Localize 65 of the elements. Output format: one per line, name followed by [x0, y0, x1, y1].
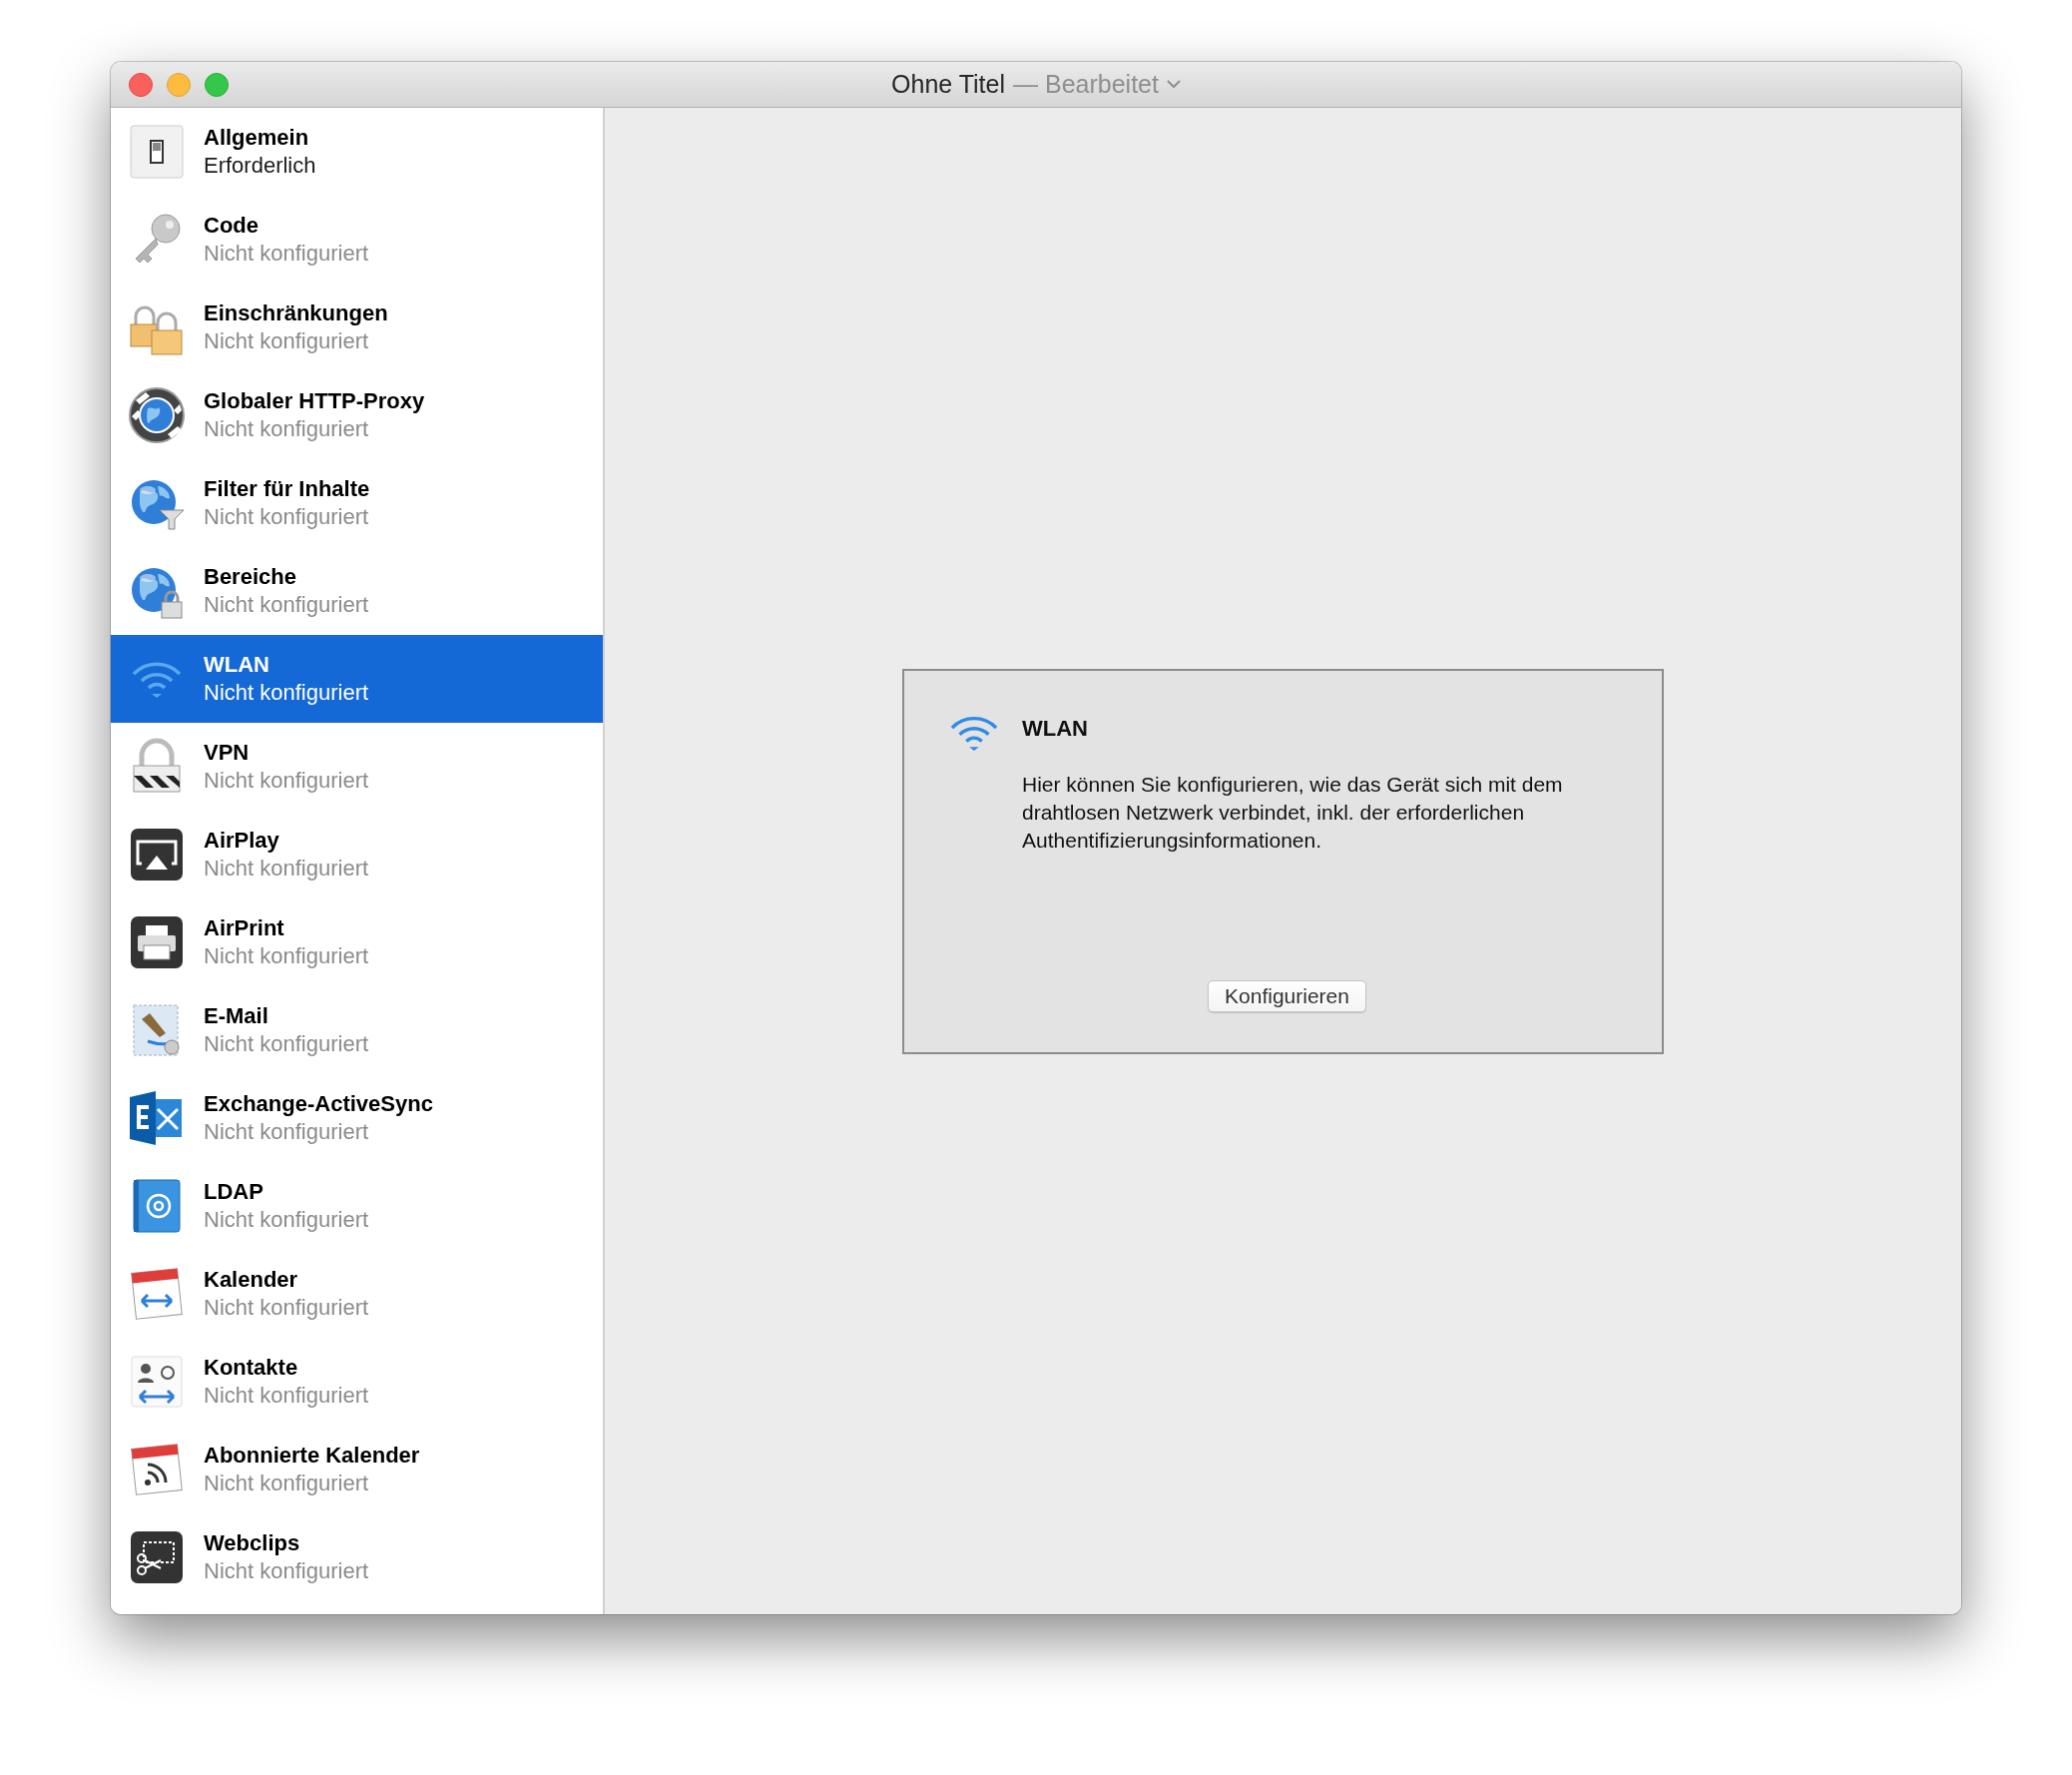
sidebar-item[interactable]: E-Mail Nicht konfiguriert: [111, 986, 603, 1074]
item-status: Nicht konfiguriert: [204, 1031, 369, 1057]
sidebar-item[interactable]: Globaler HTTP-Proxy Nicht konfiguriert: [111, 371, 603, 459]
item-title: E-Mail: [204, 1003, 269, 1029]
scissors-icon: [128, 1528, 186, 1586]
item-title: AirPlay: [204, 828, 280, 854]
sidebar-item[interactable]: Kalender Nicht konfiguriert: [111, 1250, 603, 1338]
item-title: VPN: [204, 740, 251, 766]
sidebar-item[interactable]: Bereiche Nicht konfiguriert: [111, 547, 603, 635]
sidebar-item[interactable]: WLAN Nicht konfiguriert: [111, 635, 603, 723]
item-status: Erforderlich: [204, 153, 316, 179]
item-title: Einschränkungen: [204, 300, 388, 326]
sidebar-item[interactable]: Einschränkungen Nicht konfiguriert: [111, 284, 603, 371]
item-status: Nicht konfiguriert: [204, 1119, 370, 1145]
configure-button[interactable]: Konfigurieren: [1208, 979, 1366, 1012]
switch-icon: [128, 123, 186, 181]
minimize-button[interactable]: [167, 72, 191, 97]
item-status: Nicht konfiguriert: [204, 416, 370, 442]
item-title: Exchange-ActiveSync: [204, 1091, 433, 1117]
item-title: AirPrint: [204, 915, 285, 941]
item-title: Webclips: [204, 1530, 301, 1556]
chevron-icon[interactable]: [1166, 80, 1181, 89]
sidebar-item[interactable]: VPN Nicht konfiguriert: [111, 723, 603, 811]
item-title: Filter für Inhalte: [204, 476, 370, 502]
item-status: Nicht konfiguriert: [204, 592, 369, 618]
item-status: Nicht konfiguriert: [204, 1471, 370, 1496]
panel-title: WLAN: [1022, 715, 1089, 742]
sidebar-item[interactable]: AirPlay Nicht konfiguriert: [111, 811, 603, 898]
sidebar-item[interactable]: Abonnierte Kalender Nicht konfiguriert: [111, 1426, 603, 1513]
item-status: Nicht konfiguriert: [204, 680, 369, 706]
sidebar-item[interactable]: Filter für Inhalte Nicht konfiguriert: [111, 459, 603, 547]
sidebar-item[interactable]: Allgemein Erforderlich: [111, 108, 603, 196]
item-status: Nicht konfiguriert: [204, 1558, 369, 1584]
panel-description: Hier können Sie konfigurieren, wie das Gerät sich mit dem drahtlosen Netzwerk verbindet, inkl. der erforderlichen Authentifizierungsinformationen.: [1022, 771, 1564, 854]
window-title: Ohne Titel: [891, 70, 1005, 99]
item-title: Allgemein: [204, 125, 310, 151]
sidebar-item[interactable]: Exchange-ActiveSync Nicht konfiguriert: [111, 1074, 603, 1162]
item-title: WLAN: [204, 652, 270, 678]
item-status: Nicht konfiguriert: [204, 504, 370, 530]
document-status: — Bearbeitet: [1013, 70, 1159, 99]
item-title: Abonnierte Kalender: [204, 1443, 420, 1469]
sidebar-item[interactable]: LDAP Nicht konfiguriert: [111, 1162, 603, 1250]
contacts-arrows-icon: [128, 1353, 186, 1411]
item-status: Nicht konfiguriert: [204, 1207, 369, 1233]
item-title: LDAP: [204, 1179, 264, 1205]
sidebar-item[interactable]: Webclips Nicht konfiguriert: [111, 1513, 603, 1601]
item-title: Kalender: [204, 1267, 299, 1293]
sidebar-item[interactable]: Kontakte Nicht konfiguriert: [111, 1338, 603, 1426]
item-status: Nicht konfiguriert: [204, 1383, 369, 1409]
item-title: Code: [204, 213, 259, 239]
item-status: Nicht konfiguriert: [204, 328, 370, 354]
item-title: Kontakte: [204, 1355, 299, 1381]
item-status: Nicht konfiguriert: [204, 1295, 369, 1321]
item-status: Nicht konfiguriert: [204, 768, 369, 794]
item-status: Nicht konfiguriert: [204, 856, 369, 882]
sidebar-item[interactable]: Code Nicht konfiguriert: [111, 196, 603, 284]
globe-icon: [128, 386, 186, 444]
sidebar-item[interactable]: AirPrint Nicht konfiguriert: [111, 898, 603, 986]
item-title: Globaler HTTP-Proxy: [204, 388, 425, 414]
item-title: Bereiche: [204, 564, 297, 590]
zoom-button[interactable]: [205, 72, 229, 97]
close-button[interactable]: [129, 72, 153, 97]
item-status: Nicht konfiguriert: [204, 241, 369, 267]
item-status: Nicht konfiguriert: [204, 943, 369, 969]
printer-icon: [128, 913, 186, 971]
